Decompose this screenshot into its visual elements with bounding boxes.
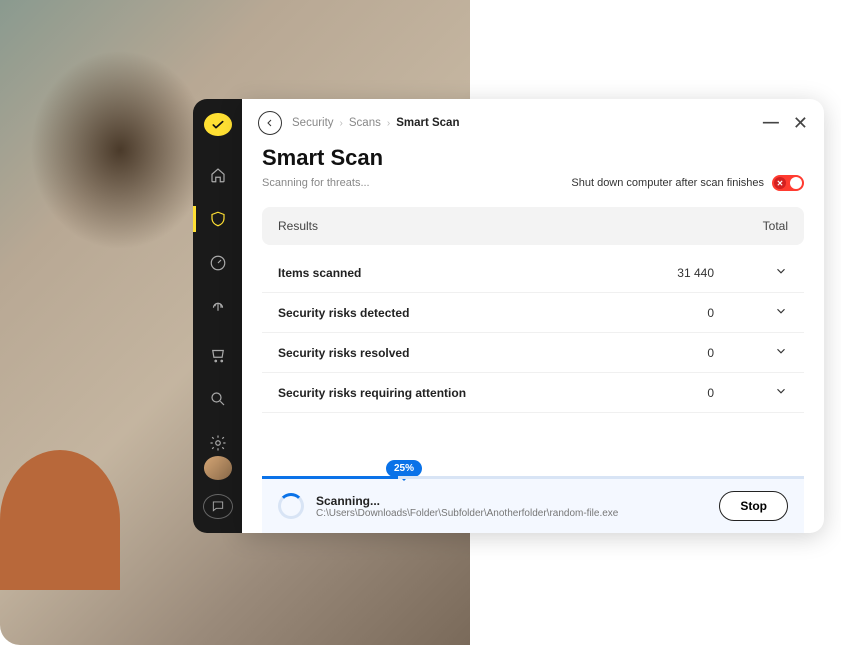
chevron-down-icon [774, 344, 788, 358]
chevron-right-icon: › [387, 118, 390, 129]
spinner-icon [278, 493, 304, 519]
sidebar-item-performance[interactable] [193, 250, 242, 276]
result-row: Security risks requiring attention 0 [262, 373, 804, 413]
home-icon [209, 166, 227, 184]
scan-footer-title: Scanning... [316, 494, 707, 508]
user-avatar[interactable] [204, 456, 232, 479]
shutdown-label: Shut down computer after scan finishes [571, 177, 764, 189]
result-row: Security risks resolved 0 [262, 333, 804, 373]
scan-status-text: Scanning for threats... [262, 177, 370, 189]
search-icon [209, 390, 227, 408]
main-window: Security › Scans › Smart Scan — ✕ Smart … [242, 99, 824, 533]
sidebar-item-search[interactable] [193, 386, 242, 412]
breadcrumb-item[interactable]: Security [292, 117, 334, 129]
chevron-right-icon: › [340, 118, 343, 129]
result-value: 0 [707, 306, 714, 320]
breadcrumb-current: Smart Scan [396, 117, 459, 129]
breadcrumb: Security › Scans › Smart Scan [292, 117, 459, 129]
result-row: Security risks detected 0 [262, 293, 804, 333]
sidebar-item-security[interactable] [193, 206, 242, 232]
result-label: Security risks detected [278, 306, 707, 320]
scan-footer-path: C:\Users\Downloads\Folder\Subfolder\Anot… [316, 508, 707, 519]
chevron-down-icon [774, 264, 788, 278]
expand-button[interactable] [774, 344, 788, 361]
result-label: Security risks requiring attention [278, 386, 707, 400]
page-header: Smart Scan Scanning for threats... Shut … [242, 141, 824, 201]
gear-icon [209, 434, 227, 452]
results-table-header: Results Total [262, 207, 804, 245]
close-button[interactable]: ✕ [793, 114, 808, 132]
stop-button[interactable]: Stop [719, 491, 788, 521]
results-header-total: Total [763, 219, 788, 233]
result-value: 31 440 [677, 266, 714, 280]
chat-icon [211, 499, 225, 513]
progress-percent-badge: 25% [386, 460, 422, 477]
sidebar-item-home[interactable] [193, 162, 242, 188]
toggle-knob [790, 177, 802, 189]
minimize-button[interactable]: — [763, 115, 779, 131]
expand-button[interactable] [774, 384, 788, 401]
arrow-left-icon [264, 117, 276, 129]
shutdown-toggle[interactable]: ✕ [772, 175, 804, 191]
back-button[interactable] [258, 111, 282, 135]
scan-footer: Scanning... C:\Users\Downloads\Folder\Su… [262, 479, 804, 533]
result-row: Items scanned 31 440 [262, 253, 804, 293]
shutdown-toggle-group: Shut down computer after scan finishes ✕ [571, 175, 804, 191]
shield-icon [209, 210, 227, 228]
progress-fill [262, 476, 398, 479]
breadcrumb-item[interactable]: Scans [349, 117, 381, 129]
results-header-label: Results [278, 219, 318, 233]
result-label: Items scanned [278, 266, 677, 280]
chat-button[interactable] [203, 494, 233, 519]
expand-button[interactable] [774, 304, 788, 321]
page-title: Smart Scan [262, 145, 804, 171]
checkmark-icon [210, 117, 226, 133]
result-value: 0 [707, 346, 714, 360]
x-icon: ✕ [774, 177, 786, 189]
fingerprint-icon [209, 298, 227, 316]
titlebar: Security › Scans › Smart Scan — ✕ [242, 99, 824, 141]
progress-bar [262, 476, 804, 479]
cart-icon [209, 346, 227, 364]
progress-area: 25% Scanning... C:\Users\Downloads\Folde… [262, 476, 804, 533]
sidebar [193, 99, 242, 533]
result-value: 0 [707, 386, 714, 400]
chevron-down-icon [774, 304, 788, 318]
chevron-down-icon [774, 384, 788, 398]
gauge-icon [209, 254, 227, 272]
expand-button[interactable] [774, 264, 788, 281]
content-area: Results Total Items scanned 31 440 Secur… [242, 201, 824, 533]
result-label: Security risks resolved [278, 346, 707, 360]
sidebar-item-settings[interactable] [193, 430, 242, 456]
app-logo[interactable] [204, 113, 232, 136]
sidebar-item-privacy[interactable] [193, 294, 242, 320]
sidebar-item-store[interactable] [193, 342, 242, 368]
